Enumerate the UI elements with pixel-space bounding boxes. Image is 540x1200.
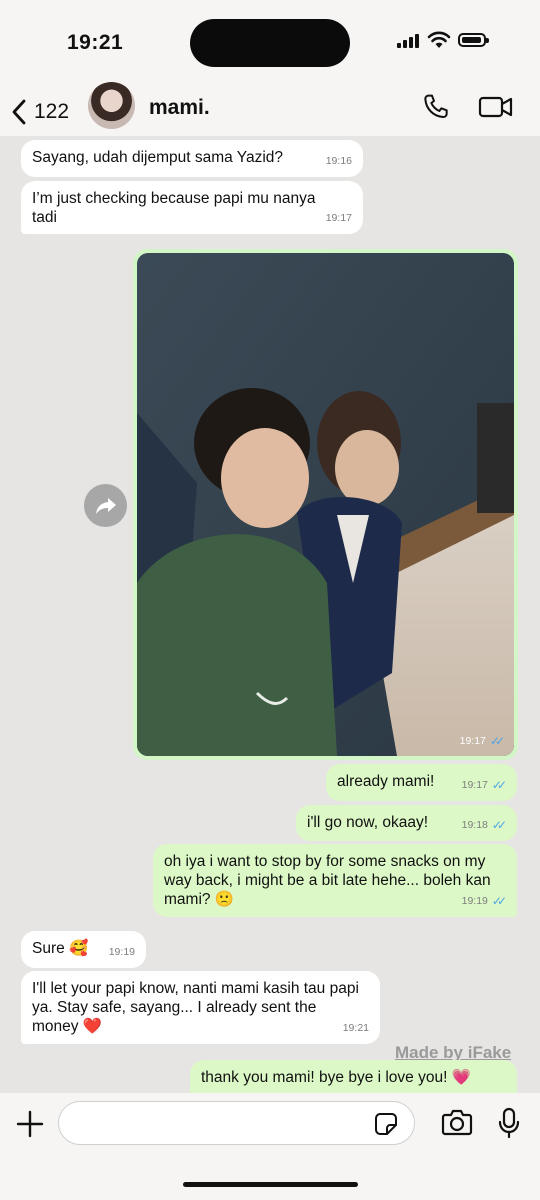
status-bar: 19:21 (0, 0, 540, 86)
message-time: 19:19 (108, 946, 135, 958)
message-bubble-outgoing[interactable]: i'll go now, okaay! 19:18 ✓✓ (296, 805, 517, 841)
read-ticks-icon: ✓✓ (491, 894, 507, 908)
message-text: I’m just checking because papi mu nanya … (32, 190, 316, 226)
message-text: I'll let your papi know, nanti mami kasi… (32, 980, 359, 1035)
message-text: oh iya i want to stop by for some snacks… (164, 853, 491, 908)
sticker-icon[interactable] (374, 1112, 398, 1136)
message-time: 19:16 (325, 155, 352, 167)
message-text: i'll go now, okaay! (307, 814, 429, 831)
message-text: Sure 🥰 (32, 940, 89, 957)
unread-count: 122 (34, 100, 70, 123)
message-time: 19:18 (461, 819, 488, 831)
dynamic-island (190, 19, 350, 67)
message-bubble-outgoing[interactable]: already mami! 19:17 ✓✓ (326, 764, 517, 801)
message-time: 19:17 (459, 735, 486, 747)
forward-icon (95, 497, 116, 514)
contact-name[interactable]: mami. (149, 96, 210, 120)
status-time: 19:21 (67, 31, 124, 54)
photo-message[interactable]: 19:17 ✓✓ (133, 249, 518, 760)
message-text: thank you mami! bye bye i love you! 💗 (201, 1069, 472, 1086)
message-time: 19:19 (461, 895, 488, 907)
message-bubble-incoming[interactable]: I’m just checking because papi mu nanya … (21, 181, 363, 234)
message-bubble-incoming[interactable]: I'll let your papi know, nanti mami kasi… (21, 971, 380, 1044)
forward-button[interactable] (84, 484, 127, 527)
message-time: 19:17 (325, 212, 352, 224)
message-bubble-incoming[interactable]: Sayang, udah dijemput sama Yazid? 19:16 (21, 140, 363, 177)
back-button[interactable]: 122 (10, 92, 69, 132)
contact-avatar[interactable] (88, 82, 135, 129)
wifi-icon (427, 31, 451, 48)
message-text: Sayang, udah dijemput sama Yazid? (32, 149, 284, 166)
back-chevron-icon (12, 99, 26, 125)
message-time: 19:17 (461, 779, 488, 791)
message-text: already mami! (337, 773, 435, 790)
read-ticks-icon: ✓✓ (489, 734, 505, 748)
read-ticks-icon: ✓✓ (491, 818, 507, 832)
message-input[interactable] (58, 1101, 415, 1145)
plus-icon[interactable] (16, 1110, 44, 1138)
message-bubble-outgoing[interactable]: oh iya i want to stop by for some snacks… (153, 844, 517, 917)
microphone-icon[interactable] (498, 1107, 520, 1139)
selfie-photo (137, 253, 514, 756)
chat-header: 122 mami. (0, 82, 540, 136)
home-indicator[interactable] (183, 1182, 358, 1187)
phone-icon[interactable] (420, 91, 452, 123)
message-time: 19:21 (342, 1022, 369, 1034)
photo-image[interactable]: 19:17 ✓✓ (137, 253, 514, 756)
message-bubble-incoming[interactable]: Sure 🥰 19:19 (21, 931, 146, 968)
battery-icon (458, 33, 489, 47)
composer-bar (0, 1093, 540, 1200)
video-camera-icon[interactable] (478, 94, 514, 120)
cellular-signal-icon (397, 34, 419, 48)
camera-icon[interactable] (441, 1108, 473, 1136)
read-ticks-icon: ✓✓ (491, 778, 507, 792)
